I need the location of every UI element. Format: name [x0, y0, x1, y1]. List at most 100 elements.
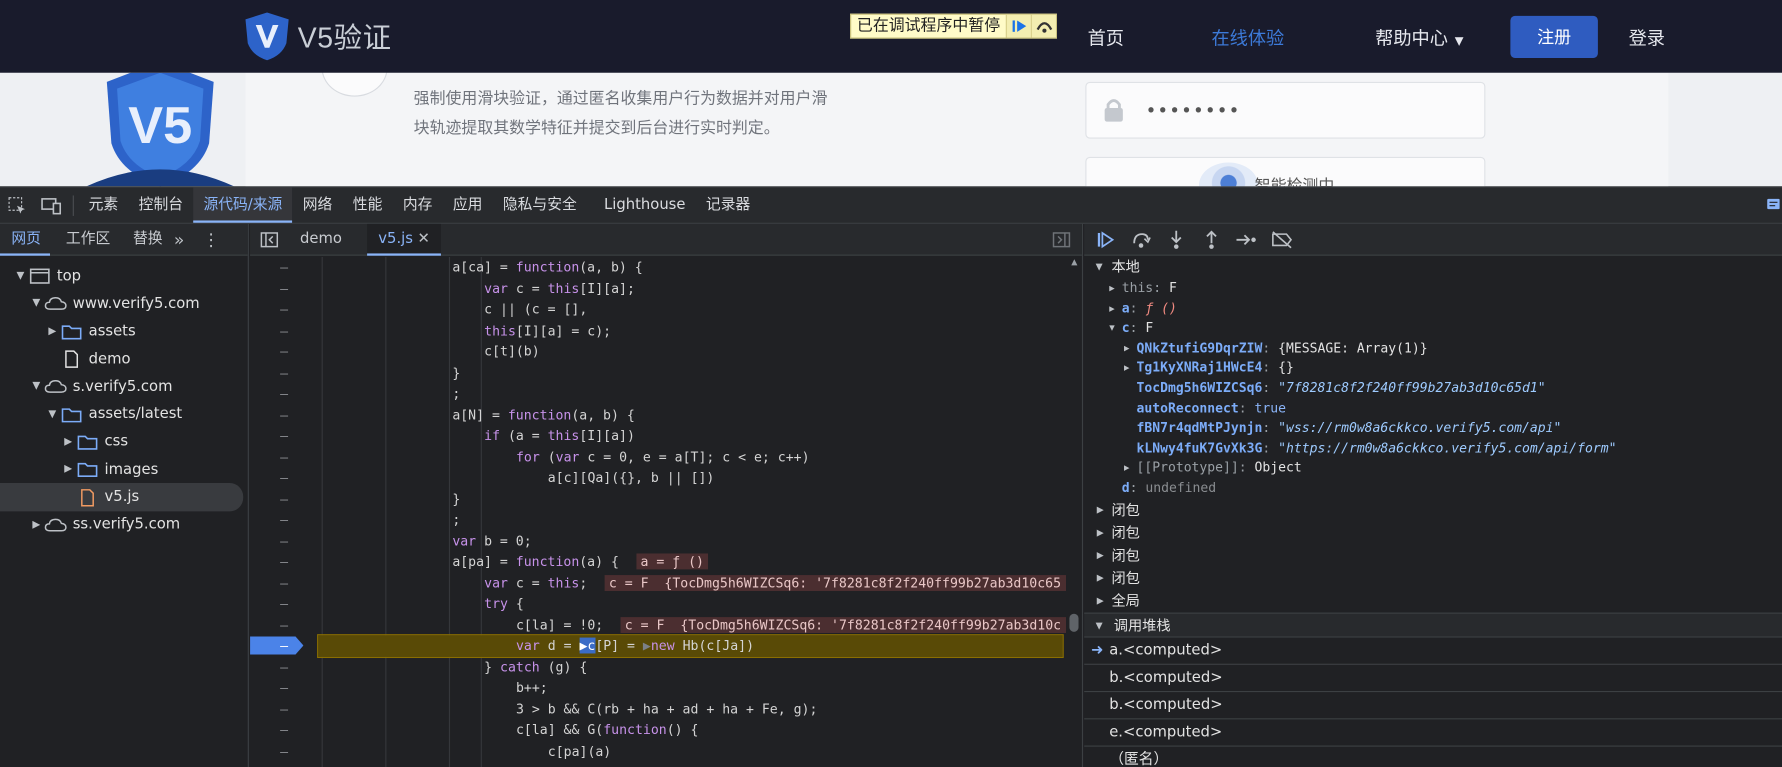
nav-tab-workspace[interactable]: 工作区	[57, 223, 120, 255]
scope-local-header[interactable]: ▼ 本地	[1084, 256, 1782, 279]
code-area[interactable]: ▲ – a[ca] = function(a, b) { – var c = thi…	[250, 256, 1083, 767]
logo-text: V5验证	[297, 22, 392, 55]
scope-var-a[interactable]: ▶ a: ƒ ()	[1084, 298, 1782, 318]
call-frame-current[interactable]: ➜ a.<computed>	[1084, 637, 1782, 665]
devtools-panel: 元素 控制台 源代码/来源 网络 性能 内存 应用 隐私与安全 Lighthou…	[0, 186, 1782, 767]
sources-navigator: 网页 工作区 替换 » ⋮ ▼ top ▼ www.verify5.com ▶ …	[0, 223, 249, 767]
code-editor: demo v5.js ✕ ▲ – a[ca] = function(a, b) { …	[250, 223, 1084, 767]
tree-item-images[interactable]: ▶ images	[0, 456, 248, 484]
tree-item-demo[interactable]: demo	[0, 345, 248, 373]
tab-console[interactable]: 控制台	[128, 188, 193, 223]
editor-tab-demo[interactable]: demo	[289, 223, 354, 255]
inspect-element-icon[interactable]	[0, 195, 34, 215]
tree-label: assets	[88, 323, 136, 341]
tree-item-www-verify5[interactable]: ▼ www.verify5.com	[0, 290, 248, 318]
collapsed-arrow-icon: ▶	[1123, 462, 1130, 474]
scope-closure[interactable]: ▶ 闭包	[1084, 567, 1782, 590]
call-frame[interactable]: b.<computed>	[1084, 664, 1782, 692]
divider	[72, 194, 74, 216]
collapsed-arrow-icon: ▶	[48, 325, 57, 338]
more-tabs-icon[interactable]: »	[174, 229, 184, 249]
collapsed-arrow-icon: ▶	[64, 436, 73, 448]
call-frame[interactable]: （匿名）	[1084, 746, 1782, 767]
toggle-debugger-icon[interactable]	[1052, 231, 1071, 253]
website-viewport: V5 强制使用滑块验证，通过匿名收集用户行为数据并对用户滑块轨迹提取其数学特征并…	[0, 0, 1782, 187]
scope-prop[interactable]: kLNwy4fuK7GvXk3G: "https://rm0w8a6ckkco.…	[1084, 438, 1782, 458]
tab-elements[interactable]: 元素	[78, 188, 128, 223]
call-stack-header[interactable]: ▼ 调用堆栈	[1084, 612, 1782, 638]
step-over-icon[interactable]	[1030, 14, 1056, 38]
code-line: –;	[280, 511, 461, 528]
tab-lighthouse[interactable]: Lighthouse	[594, 188, 696, 223]
message-icon[interactable]	[1766, 195, 1780, 217]
tab-network[interactable]: 网络	[293, 188, 343, 223]
scope-prop[interactable]: TocDmg5h6WIZCSq6: "7f8281c8f2f240ff99b27…	[1084, 378, 1782, 398]
tab-memory[interactable]: 内存	[393, 188, 443, 223]
deactivate-breakpoints-icon[interactable]	[1269, 227, 1294, 252]
nav-tab-overrides[interactable]: 替换	[124, 223, 172, 255]
scope-closure[interactable]: ▶ 闭包	[1084, 544, 1782, 567]
resume-icon[interactable]	[1005, 14, 1031, 38]
step-out-icon[interactable]	[1199, 227, 1224, 252]
step-into-icon[interactable]	[1164, 227, 1189, 252]
scope-local-label: 本地	[1111, 257, 1140, 276]
step-icon[interactable]	[1234, 227, 1259, 252]
nav-login[interactable]: 登录	[1629, 23, 1665, 50]
tree-item-s-verify5[interactable]: ▼ s.verify5.com	[0, 373, 248, 401]
tab-privacy-security[interactable]: 隐私与安全	[493, 188, 587, 223]
scope-prop[interactable]: autoReconnect: true	[1084, 398, 1782, 418]
editor-tab-v5js[interactable]: v5.js ✕	[366, 223, 442, 256]
nav-tab-page[interactable]: 网页	[0, 223, 51, 256]
tree-item-v5js[interactable]: v5.js	[0, 483, 244, 512]
tab-application[interactable]: 应用	[443, 188, 493, 223]
code-line: – b++;	[280, 679, 548, 696]
tab-sources[interactable]: 源代码/来源	[193, 187, 294, 223]
tree-item-ss-verify5[interactable]: ▶ ss.verify5.com	[0, 511, 248, 539]
resume-icon[interactable]	[1093, 227, 1118, 252]
code-line: – a[N] = function(a, b) {	[280, 406, 635, 423]
nav-online-demo[interactable]: 在线体验	[1211, 23, 1284, 50]
expanded-arrow-icon: ▼	[48, 408, 57, 421]
debugger-paused-overlay: 已在调试程序中暂停	[850, 13, 1057, 39]
code-line: – c[la] = !0; c = F {TocDmg5h6WIZCSq6: '7…	[250, 614, 1083, 635]
close-tab-icon[interactable]: ✕	[417, 230, 429, 247]
scope-var-d[interactable]: d: undefined	[1084, 478, 1782, 498]
step-over-icon[interactable]	[1129, 227, 1154, 252]
nav-help-label: 帮助中心	[1375, 27, 1448, 49]
folder-icon	[75, 462, 100, 478]
frame-icon	[27, 268, 52, 284]
scope-prop[interactable]: ▶ Tg1KyXNRaj1HWcE4: {}	[1084, 358, 1782, 378]
tree-label: www.verify5.com	[72, 295, 200, 313]
tab-recorder[interactable]: 记录器	[696, 188, 761, 223]
cloud-icon	[43, 518, 68, 532]
tab-performance[interactable]: 性能	[343, 188, 393, 223]
expanded-arrow-icon: ▼	[1095, 619, 1103, 631]
svg-text:V5: V5	[128, 97, 192, 155]
collapsed-arrow-icon: ▶	[32, 519, 41, 531]
tree-label: top	[56, 267, 82, 285]
call-frame[interactable]: e.<computed>	[1084, 719, 1782, 747]
scope-prop-prototype[interactable]: ▶ [[Prototype]]: Object	[1084, 458, 1782, 478]
scope-global[interactable]: ▶ 全局	[1084, 589, 1782, 612]
tree-item-css[interactable]: ▶ css	[0, 428, 248, 456]
scope-var-c[interactable]: ▼ c: F	[1084, 318, 1782, 338]
scope-prop[interactable]: ▶ QNkZtufiG9DqrZIW: {MESSAGE: Array(1)}	[1084, 338, 1782, 358]
nav-home[interactable]: 首页	[1088, 23, 1124, 50]
tree-item-top[interactable]: ▼ top	[0, 263, 248, 291]
register-button[interactable]: 注册	[1510, 15, 1598, 58]
smart-check-button[interactable]: 智能检测中	[1085, 156, 1486, 187]
code-line: –}	[280, 490, 461, 507]
password-field[interactable]: ••••••••	[1085, 81, 1486, 139]
tree-item-assets-latest[interactable]: ▼ assets/latest	[0, 401, 248, 429]
scope-var-this[interactable]: ▶ this: F	[1084, 278, 1782, 298]
toggle-navigator-icon[interactable]	[250, 231, 289, 247]
tree-item-assets[interactable]: ▶ assets	[0, 318, 248, 346]
scope-prop[interactable]: fBN7r4qdMtPJynjn: "wss://rm0w8a6ckkco.ve…	[1084, 418, 1782, 438]
site-logo[interactable]: V5验证	[243, 11, 391, 61]
kebab-menu-icon[interactable]: ⋮	[203, 229, 220, 249]
scope-closure[interactable]: ▶ 闭包	[1084, 498, 1782, 521]
scope-closure[interactable]: ▶ 闭包	[1084, 521, 1782, 544]
nav-help-center[interactable]: 帮助中心 ▼	[1375, 23, 1463, 50]
call-frame[interactable]: b.<computed>	[1084, 692, 1782, 719]
device-toolbar-icon[interactable]	[34, 196, 68, 214]
